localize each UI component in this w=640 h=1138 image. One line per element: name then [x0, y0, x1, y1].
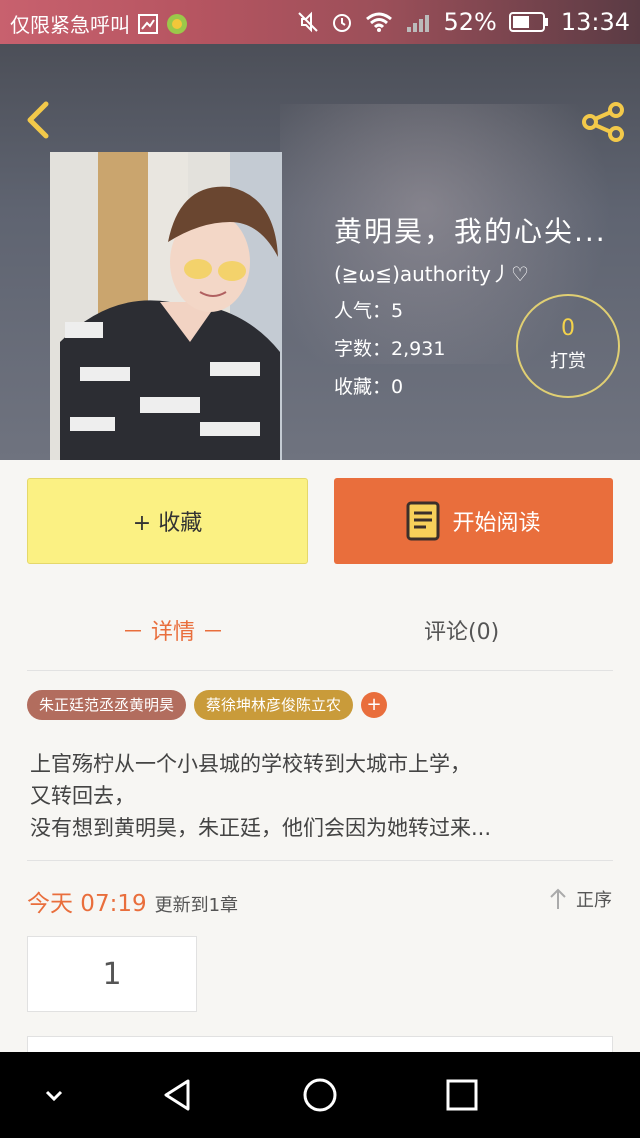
update-info: 今天 07:19 更新到1章: [27, 884, 238, 918]
favorites-label: 收藏：: [334, 376, 392, 398]
nav-down-icon[interactable]: [34, 1075, 74, 1115]
synopsis-line: 又转回去，: [30, 784, 135, 808]
content-tabs: － 详情 － 评论(0): [27, 590, 613, 671]
tab-comments[interactable]: 评论(0): [424, 614, 499, 646]
system-nav-bar: [0, 1052, 640, 1138]
book-icon: [406, 501, 440, 541]
favorites-value: 0: [391, 376, 404, 398]
arrow-up-icon: [550, 888, 566, 909]
tip-button[interactable]: 0 打赏: [516, 294, 620, 398]
start-reading-button[interactable]: 开始阅读: [334, 478, 613, 564]
battery-icon: [508, 12, 548, 32]
popularity-stat: 人气：5: [334, 296, 403, 323]
share-icon[interactable]: [580, 100, 628, 144]
tip-label: 打赏: [550, 351, 586, 372]
book-title: 黄明昊，我的心尖...: [334, 215, 607, 248]
wordcount-value: 2,931: [391, 338, 446, 360]
popularity-value: 5: [391, 300, 404, 322]
tab-detail[interactable]: － 详情 －: [122, 614, 224, 646]
signal-icon: [407, 15, 430, 32]
sort-order-label: 正序: [576, 890, 612, 911]
chapter-item[interactable]: 1: [27, 936, 197, 1012]
tag-item[interactable]: 朱正廷范丞丞黄明昊: [27, 690, 187, 720]
wordcount-stat: 字数：2,931: [334, 334, 445, 361]
popularity-label: 人气：: [334, 300, 392, 322]
mute-icon: [298, 11, 319, 33]
book-author[interactable]: (≧ω≦)authority丿♡: [334, 258, 529, 287]
synopsis[interactable]: 上官殇柠从一个小县城的学校转到大城市上学， 又转回去， 没有想到黄明昊，朱正廷，…: [30, 748, 610, 844]
wordcount-label: 字数：: [334, 338, 392, 360]
update-text: 更新到1章: [154, 895, 239, 916]
image-notification-icon: [138, 13, 158, 34]
tag-item[interactable]: 蔡徐坤林彦俊陈立农: [194, 690, 354, 720]
divider: [27, 860, 613, 861]
tag-list: 朱正廷范丞丞黄明昊 蔡徐坤林彦俊陈立农 +: [27, 690, 388, 720]
back-icon[interactable]: [18, 100, 58, 140]
alarm-icon: [333, 14, 352, 32]
synopsis-line: 没有想到黄明昊，朱正廷，他们会因为她转过来...: [30, 816, 492, 840]
update-date: 今天 07:19: [27, 891, 147, 917]
synopsis-line: 上官殇柠从一个小县城的学校转到大城市上学，: [30, 752, 471, 776]
nav-home-icon[interactable]: [300, 1075, 340, 1115]
cover-image: [50, 152, 282, 460]
start-reading-label: 开始阅读: [452, 511, 541, 536]
book-header: 黄明昊，我的心尖... (≧ω≦)authority丿♡ 人气：5 字数：2,9…: [0, 44, 640, 460]
app-notification-icon: [167, 13, 187, 34]
tip-count: 0: [561, 316, 575, 341]
add-favorite-button[interactable]: + 收藏: [27, 478, 308, 564]
nav-recent-icon[interactable]: [442, 1075, 482, 1115]
sort-order-button[interactable]: 正序: [548, 886, 612, 912]
battery-percent: 52%: [443, 8, 497, 36]
favorites-stat: 收藏：0: [334, 372, 403, 399]
book-cover[interactable]: [50, 152, 282, 460]
clock: 13:34: [560, 8, 630, 36]
add-tag-button[interactable]: +: [361, 692, 388, 718]
nav-back-icon[interactable]: [158, 1075, 198, 1115]
status-bar: 仅限紧急呼叫 52% 13:34: [0, 0, 640, 44]
wifi-icon: [366, 12, 393, 32]
carrier-text: 仅限紧急呼叫: [10, 13, 130, 37]
